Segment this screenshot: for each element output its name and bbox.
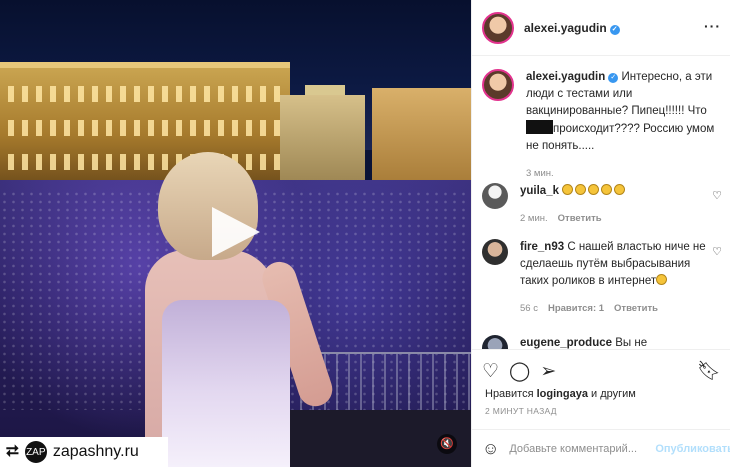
verified-icon: ✓: [609, 24, 620, 35]
avatar[interactable]: [482, 239, 508, 265]
share-icon[interactable]: ➢: [540, 360, 556, 383]
heart-icon[interactable]: ♡: [712, 189, 722, 202]
reply-button[interactable]: Ответить: [614, 300, 658, 317]
comment-body: fire_n93 С нашей властью ниче не сделаеш…: [520, 239, 710, 317]
likes-prefix: Нравится: [485, 388, 534, 400]
comment-composer: ☺ Опубликовать: [472, 429, 730, 467]
emoji-icon[interactable]: ☺: [482, 439, 499, 459]
repost-avatar: ZAP: [24, 441, 47, 463]
comment-item: fire_n93 С нашей властью ниче не сделаеш…: [482, 239, 722, 317]
redaction-block: [526, 120, 553, 134]
caption-body: alexei.yagudin ✓ Интересно, а эти люди с …: [526, 69, 716, 182]
comment-time[interactable]: 56 с: [520, 300, 538, 317]
avatar[interactable]: [482, 183, 508, 209]
laughing-emoji-icon: [601, 184, 613, 195]
palace-windows: [8, 120, 280, 136]
building: [372, 88, 471, 188]
author-username[interactable]: alexei.yagudin ✓: [524, 21, 620, 35]
emoji-group: [562, 184, 627, 197]
caption: alexei.yagudin ✓ Интересно, а эти люди с …: [482, 69, 722, 182]
comment-username[interactable]: eugene_produce: [520, 337, 612, 349]
comment-meta: 56 с Нравится: 1 Ответить: [520, 300, 710, 317]
comment-body: eugene_produce Вы не: [520, 335, 710, 349]
post-header: alexei.yagudin ✓ ···: [472, 0, 730, 56]
laughing-emoji-icon: [562, 184, 574, 195]
play-icon[interactable]: [212, 207, 260, 257]
comment-icon[interactable]: ◯: [509, 360, 530, 383]
building: [280, 95, 365, 185]
comment-input[interactable]: [509, 442, 650, 455]
action-bar: ♡ ◯ ➢ 🔖︎ Нравится logingaya и другим 2 М…: [472, 349, 730, 429]
comment-meta: 2 мин. Ответить: [520, 210, 710, 227]
mute-icon[interactable]: 🔇: [437, 434, 457, 454]
comment-time[interactable]: 2 мин.: [520, 210, 548, 227]
heart-icon[interactable]: ♡: [482, 360, 499, 383]
action-icons: ♡ ◯ ➢: [482, 360, 556, 383]
performer-dress: [162, 300, 290, 467]
comment-meta: 3 мин.: [526, 165, 716, 182]
comment-list[interactable]: alexei.yagudin ✓ Интересно, а эти люди с …: [472, 57, 730, 349]
laughing-emoji-icon: [575, 184, 587, 195]
bookmark-icon[interactable]: 🔖︎: [697, 359, 721, 383]
verified-icon: ✓: [608, 73, 619, 83]
avatar[interactable]: [482, 11, 514, 44]
post-panel: alexei.yagudin ✓ ··· alexei.yagudin ✓ Инте…: [471, 0, 730, 467]
post-timestamp[interactable]: 2 МИНУТ НАЗАД: [485, 406, 557, 416]
likes-suffix[interactable]: и другим: [591, 388, 636, 400]
comment-item: eugene_produce Вы не: [482, 335, 722, 349]
comment-item: yuila_k 2 мин. Ответить ♡: [482, 183, 722, 227]
laughing-emoji-icon: [614, 184, 626, 195]
likes-user[interactable]: logingaya: [537, 388, 588, 400]
comment-username[interactable]: fire_n93: [520, 241, 564, 253]
repost-icon: ⮂: [6, 443, 19, 460]
comment-username[interactable]: yuila_k: [520, 185, 559, 197]
comment-time[interactable]: 3 мин.: [526, 165, 554, 182]
comment-likes[interactable]: Нравится: 1: [548, 300, 604, 317]
repost-username: zapashny.ru: [52, 443, 139, 460]
heart-icon[interactable]: ♡: [712, 245, 722, 258]
likes-summary: Нравится logingaya и другим: [485, 388, 636, 400]
laughing-emoji-icon: [656, 274, 668, 285]
reply-button[interactable]: Ответить: [558, 210, 602, 227]
laughing-emoji-icon: [588, 184, 600, 195]
publish-button[interactable]: Опубликовать: [655, 443, 730, 455]
comment-text: Вы не: [615, 337, 648, 349]
avatar[interactable]: [482, 335, 508, 349]
post-media[interactable]: 🔇 ⮂ ZAP zapashny.ru: [0, 0, 471, 467]
repost-badge[interactable]: ⮂ ZAP zapashny.ru: [0, 437, 168, 467]
comment-username[interactable]: alexei.yagudin: [526, 71, 605, 83]
avatar[interactable]: [482, 69, 514, 101]
palace-windows: [8, 86, 280, 102]
caption-text-end: происходит???? Россию умом не понять....…: [526, 123, 715, 152]
more-icon[interactable]: ···: [704, 18, 721, 34]
comment-body: yuila_k 2 мин. Ответить: [520, 183, 710, 227]
